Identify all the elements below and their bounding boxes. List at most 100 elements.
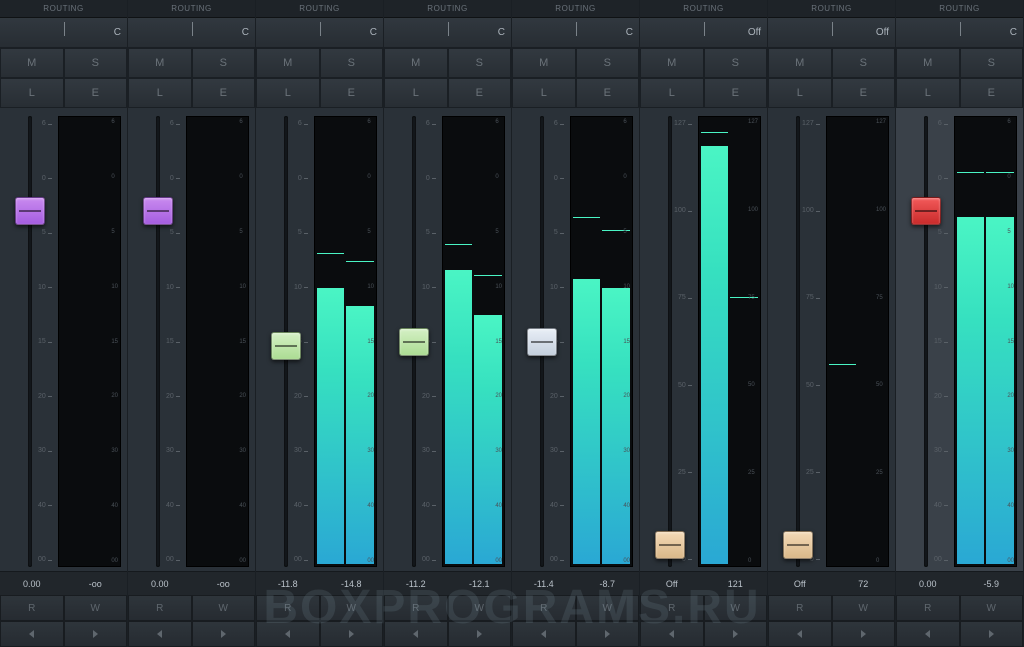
routing-label[interactable]: ROUTING bbox=[768, 0, 895, 18]
mute-button[interactable]: M bbox=[896, 48, 960, 78]
fader-value[interactable]: 0.00 bbox=[0, 572, 64, 595]
routing-label[interactable]: ROUTING bbox=[256, 0, 383, 18]
pan-slider[interactable]: C bbox=[384, 18, 511, 48]
solo-button[interactable]: S bbox=[960, 48, 1024, 78]
fader-handle[interactable] bbox=[655, 531, 685, 559]
write-automation-button[interactable]: W bbox=[832, 595, 896, 621]
write-automation-button[interactable]: W bbox=[192, 595, 256, 621]
edit-button[interactable]: E bbox=[448, 78, 512, 108]
mute-button[interactable]: M bbox=[384, 48, 448, 78]
fader-value[interactable]: -11.2 bbox=[384, 572, 448, 595]
listen-button[interactable]: L bbox=[0, 78, 64, 108]
read-automation-button[interactable]: R bbox=[768, 595, 832, 621]
next-button[interactable] bbox=[192, 621, 256, 647]
mute-button[interactable]: M bbox=[512, 48, 576, 78]
read-automation-button[interactable]: R bbox=[384, 595, 448, 621]
next-button[interactable] bbox=[704, 621, 768, 647]
prev-button[interactable] bbox=[128, 621, 192, 647]
fader-track[interactable]: 605101520304000 bbox=[134, 116, 182, 567]
listen-button[interactable]: L bbox=[640, 78, 704, 108]
pan-slider[interactable]: C bbox=[0, 18, 127, 48]
fader-handle[interactable] bbox=[143, 197, 173, 225]
fader-track[interactable]: 605101520304000 bbox=[902, 116, 950, 567]
write-automation-button[interactable]: W bbox=[704, 595, 768, 621]
write-automation-button[interactable]: W bbox=[64, 595, 128, 621]
edit-button[interactable]: E bbox=[320, 78, 384, 108]
edit-button[interactable]: E bbox=[192, 78, 256, 108]
fader-value[interactable]: 0.00 bbox=[896, 572, 960, 595]
solo-button[interactable]: S bbox=[576, 48, 640, 78]
read-automation-button[interactable]: R bbox=[256, 595, 320, 621]
read-automation-button[interactable]: R bbox=[512, 595, 576, 621]
write-automation-button[interactable]: W bbox=[576, 595, 640, 621]
fader-handle[interactable] bbox=[399, 328, 429, 356]
prev-button[interactable] bbox=[256, 621, 320, 647]
next-button[interactable] bbox=[320, 621, 384, 647]
routing-label[interactable]: ROUTING bbox=[0, 0, 127, 18]
next-button[interactable] bbox=[960, 621, 1024, 647]
prev-button[interactable] bbox=[768, 621, 832, 647]
pan-slider[interactable]: Off bbox=[768, 18, 895, 48]
solo-button[interactable]: S bbox=[448, 48, 512, 78]
mute-button[interactable]: M bbox=[640, 48, 704, 78]
fader-track[interactable]: 605101520304000 bbox=[390, 116, 438, 567]
fader-handle[interactable] bbox=[911, 197, 941, 225]
fader-track[interactable]: 605101520304000 bbox=[518, 116, 566, 567]
fader-track[interactable]: 605101520304000 bbox=[6, 116, 54, 567]
routing-label[interactable]: ROUTING bbox=[512, 0, 639, 18]
solo-button[interactable]: S bbox=[64, 48, 128, 78]
read-automation-button[interactable]: R bbox=[640, 595, 704, 621]
prev-button[interactable] bbox=[640, 621, 704, 647]
fader-handle[interactable] bbox=[271, 332, 301, 360]
routing-label[interactable]: ROUTING bbox=[896, 0, 1023, 18]
pan-slider[interactable]: C bbox=[896, 18, 1023, 48]
solo-button[interactable]: S bbox=[704, 48, 768, 78]
prev-button[interactable] bbox=[896, 621, 960, 647]
pan-slider[interactable]: C bbox=[512, 18, 639, 48]
fader-value[interactable]: Off bbox=[640, 572, 704, 595]
write-automation-button[interactable]: W bbox=[320, 595, 384, 621]
listen-button[interactable]: L bbox=[256, 78, 320, 108]
read-automation-button[interactable]: R bbox=[0, 595, 64, 621]
next-button[interactable] bbox=[448, 621, 512, 647]
mute-button[interactable]: M bbox=[768, 48, 832, 78]
prev-button[interactable] bbox=[512, 621, 576, 647]
write-automation-button[interactable]: W bbox=[448, 595, 512, 621]
routing-label[interactable]: ROUTING bbox=[128, 0, 255, 18]
edit-button[interactable]: E bbox=[960, 78, 1024, 108]
listen-button[interactable]: L bbox=[896, 78, 960, 108]
mute-button[interactable]: M bbox=[0, 48, 64, 78]
solo-button[interactable]: S bbox=[832, 48, 896, 78]
mute-button[interactable]: M bbox=[256, 48, 320, 78]
listen-button[interactable]: L bbox=[384, 78, 448, 108]
edit-button[interactable]: E bbox=[64, 78, 128, 108]
listen-button[interactable]: L bbox=[128, 78, 192, 108]
listen-button[interactable]: L bbox=[512, 78, 576, 108]
next-button[interactable] bbox=[576, 621, 640, 647]
pan-slider[interactable]: Off bbox=[640, 18, 767, 48]
edit-button[interactable]: E bbox=[576, 78, 640, 108]
edit-button[interactable]: E bbox=[832, 78, 896, 108]
fader-value[interactable]: -11.8 bbox=[256, 572, 320, 595]
pan-slider[interactable]: C bbox=[256, 18, 383, 48]
prev-button[interactable] bbox=[0, 621, 64, 647]
next-button[interactable] bbox=[832, 621, 896, 647]
fader-handle[interactable] bbox=[527, 328, 557, 356]
mute-button[interactable]: M bbox=[128, 48, 192, 78]
read-automation-button[interactable]: R bbox=[128, 595, 192, 621]
read-automation-button[interactable]: R bbox=[896, 595, 960, 621]
fader-track[interactable]: 1271007550250 bbox=[646, 116, 694, 567]
fader-track[interactable]: 605101520304000 bbox=[262, 116, 310, 567]
write-automation-button[interactable]: W bbox=[960, 595, 1024, 621]
edit-button[interactable]: E bbox=[704, 78, 768, 108]
prev-button[interactable] bbox=[384, 621, 448, 647]
fader-value[interactable]: 0.00 bbox=[128, 572, 192, 595]
solo-button[interactable]: S bbox=[320, 48, 384, 78]
fader-track[interactable]: 1271007550250 bbox=[774, 116, 822, 567]
pan-slider[interactable]: C bbox=[128, 18, 255, 48]
fader-value[interactable]: -11.4 bbox=[512, 572, 576, 595]
fader-handle[interactable] bbox=[783, 531, 813, 559]
routing-label[interactable]: ROUTING bbox=[640, 0, 767, 18]
routing-label[interactable]: ROUTING bbox=[384, 0, 511, 18]
fader-handle[interactable] bbox=[15, 197, 45, 225]
